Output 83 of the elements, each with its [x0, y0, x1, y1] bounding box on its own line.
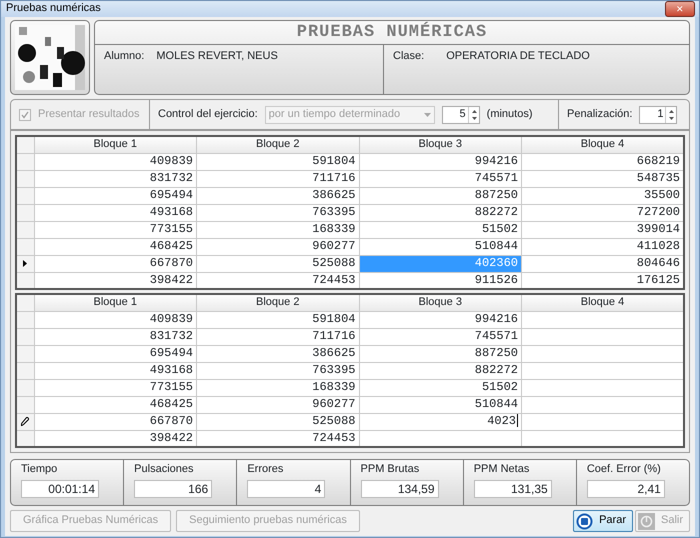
- column-header[interactable]: Bloque 4: [522, 136, 684, 153]
- table-cell[interactable]: 773155: [34, 221, 196, 238]
- stat-label: Tiempo: [21, 463, 58, 477]
- table-cell[interactable]: 525088: [196, 255, 359, 272]
- window-title: Pruebas numéricas: [6, 2, 101, 16]
- row-header[interactable]: [16, 153, 34, 170]
- table-cell[interactable]: 994216: [359, 153, 522, 170]
- stat-label: PPM Brutas: [360, 463, 420, 477]
- row-header[interactable]: [16, 255, 34, 272]
- row-header[interactable]: [16, 345, 34, 362]
- row-header[interactable]: [16, 396, 34, 413]
- column-header[interactable]: Bloque 3: [359, 136, 522, 153]
- class-name: OPERATORIA DE TECLADO: [446, 50, 590, 64]
- row-header[interactable]: [16, 413, 34, 430]
- table-cell[interactable]: 763395: [196, 204, 359, 221]
- stat-label: Coef. Error (%): [586, 463, 662, 477]
- stat-value: 134,59: [360, 480, 439, 498]
- column-header[interactable]: Bloque 1: [34, 136, 196, 153]
- student-label: Alumno:: [104, 50, 144, 64]
- table-cell[interactable]: 695494: [34, 187, 196, 204]
- row-header[interactable]: [16, 221, 34, 238]
- stat-label: PPM Netas: [474, 463, 530, 477]
- row-header[interactable]: [16, 311, 34, 328]
- table-cell[interactable]: 882272: [359, 204, 522, 221]
- table-cell[interactable]: 887250: [359, 187, 522, 204]
- table-cell[interactable]: 745571: [359, 170, 522, 187]
- row-header[interactable]: [16, 187, 34, 204]
- results-label: Presentar resultados: [38, 108, 140, 122]
- power-icon: [638, 512, 655, 530]
- class-label: Clase:: [393, 50, 424, 64]
- stat-value: 131,35: [474, 480, 552, 498]
- current-row-icon: [23, 260, 28, 267]
- penalty-label: Penalización:: [567, 108, 632, 122]
- stat-value: 4: [247, 480, 326, 498]
- minutes-label: (minutos): [486, 108, 532, 122]
- table-cell[interactable]: 548735: [522, 170, 684, 187]
- pencil-icon: [21, 416, 30, 426]
- column-header[interactable]: Bloque 4: [522, 294, 684, 311]
- column-header[interactable]: Bloque 2: [196, 136, 359, 153]
- stat-label: Errores: [247, 463, 284, 477]
- table-cell[interactable]: 727200: [522, 204, 684, 221]
- table-cell[interactable]: 668219: [522, 153, 684, 170]
- table-cell[interactable]: 468425: [34, 238, 196, 255]
- table-cell[interactable]: 35500: [522, 187, 684, 204]
- header-title: PRUEBAS NUMÉRICAS: [95, 21, 689, 45]
- row-header[interactable]: [16, 328, 34, 345]
- table-cell[interactable]: 51502: [359, 221, 522, 238]
- row-header[interactable]: [16, 238, 34, 255]
- row-header[interactable]: [16, 170, 34, 187]
- row-header[interactable]: [16, 204, 34, 221]
- minutes-spinner[interactable]: 5: [442, 106, 480, 124]
- table-cell[interactable]: 168339: [196, 221, 359, 238]
- column-header[interactable]: Bloque 1: [34, 294, 196, 311]
- table-cell[interactable]: 960277: [196, 238, 359, 255]
- stop-icon: [576, 512, 594, 530]
- penalty-spinner[interactable]: 1: [639, 106, 678, 124]
- dropdown-arrow-icon: [424, 112, 431, 116]
- stat-value: 2,41: [586, 480, 665, 498]
- student-name: MOLES REVERT, NEUS: [156, 50, 278, 64]
- table-cell[interactable]: 51502: [482, 380, 518, 394]
- control-label: Control del ejercicio:: [158, 108, 258, 122]
- table-cell[interactable]: 510844: [359, 238, 522, 255]
- table-cell[interactable]: 399014: [522, 221, 684, 238]
- table-cell[interactable]: 4023: [487, 414, 516, 428]
- column-header[interactable]: Bloque 3: [359, 294, 522, 311]
- stat-value: 166: [134, 480, 212, 498]
- row-header[interactable]: [16, 272, 34, 289]
- column-header[interactable]: Bloque 2: [196, 294, 359, 311]
- row-header[interactable]: [16, 379, 34, 396]
- table-cell[interactable]: 386625: [196, 187, 359, 204]
- row-header[interactable]: [16, 362, 34, 379]
- table-cell[interactable]: 493168: [34, 204, 196, 221]
- stop-button[interactable]: Parar: [573, 510, 633, 532]
- table-cell[interactable]: 591804: [196, 153, 359, 170]
- table-cell[interactable]: 411028: [522, 238, 684, 255]
- table-cell[interactable]: 711716: [196, 170, 359, 187]
- stat-label: Pulsaciones: [134, 463, 194, 477]
- stat-value: 00:01:14: [21, 480, 99, 498]
- table-cell[interactable]: 667870: [34, 255, 196, 272]
- table-cell[interactable]: 831732: [34, 170, 196, 187]
- table-cell[interactable]: 409839: [34, 153, 196, 170]
- row-header[interactable]: [16, 430, 34, 447]
- table-cell[interactable]: 804646: [522, 255, 684, 272]
